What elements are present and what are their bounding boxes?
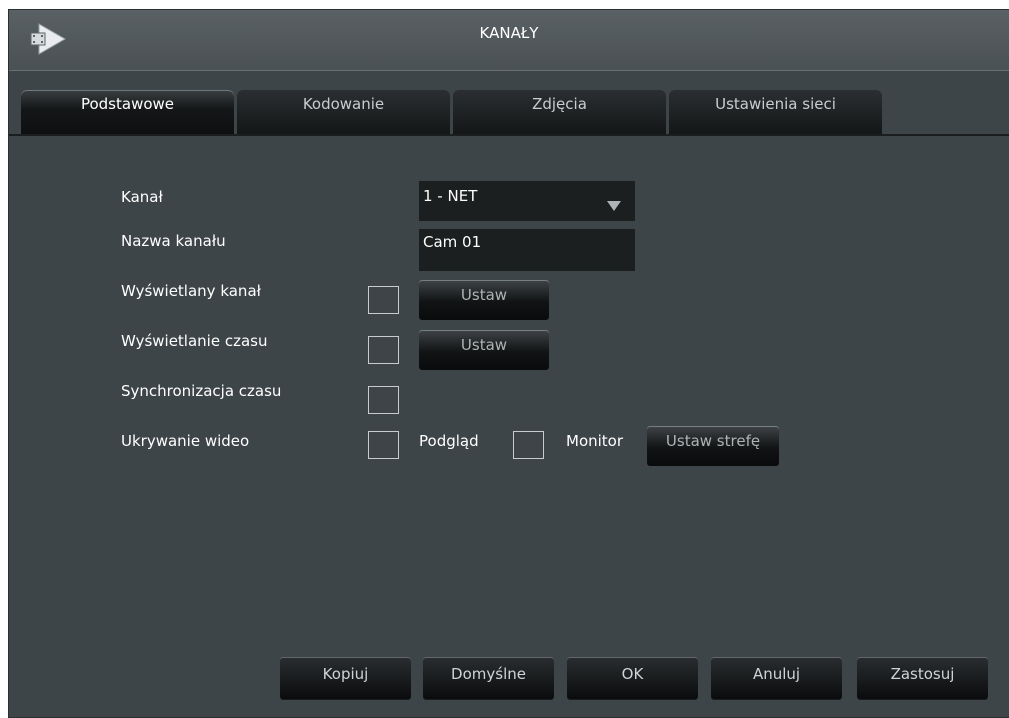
cancel-label: Anuluj [752, 665, 801, 683]
window-title: KANAŁY [479, 24, 539, 42]
set-zone-label: Ustaw strefę [665, 432, 761, 450]
ok-button[interactable]: OK [567, 657, 698, 699]
display-time-label: Wyświetlanie czasu [121, 332, 268, 350]
copy-label: Kopiuj [322, 665, 369, 683]
dropdown-arrow-icon[interactable] [607, 197, 621, 215]
channel-name-label: Nazwa kanału [121, 232, 226, 250]
ok-label: OK [621, 665, 644, 683]
channel-value: 1 - NET [423, 187, 478, 205]
tab-kodowanie[interactable]: Kodowanie [237, 90, 450, 134]
tab-podstawowe[interactable]: Podstawowe [21, 90, 234, 134]
preview-checkbox[interactable] [513, 431, 544, 459]
channel-name-value: Cam 01 [423, 233, 482, 251]
apply-label: Zastosuj [890, 665, 955, 683]
time-sync-checkbox[interactable] [368, 386, 399, 414]
video-hide-label: Ukrywanie wideo [121, 432, 250, 450]
defaults-label: Domyślne [451, 665, 526, 683]
channel-label: Kanał [121, 188, 163, 206]
monitor-label: Monitor [566, 432, 624, 450]
display-channel-checkbox[interactable] [368, 286, 399, 314]
defaults-button[interactable]: Domyślne [423, 657, 554, 699]
display-time-set-button[interactable]: Ustaw [419, 330, 549, 370]
channel-select[interactable]: 1 - NET [419, 181, 635, 221]
display-time-set-label: Ustaw [460, 336, 508, 354]
apply-button[interactable]: Zastosuj [857, 657, 988, 699]
time-sync-label: Synchronizacja czasu [121, 382, 282, 400]
display-channel-label: Wyświetlany kanał [121, 282, 261, 300]
cancel-button[interactable]: Anuluj [711, 657, 842, 699]
preview-label: Podgląd [419, 432, 479, 450]
title-bar: KANAŁY [9, 10, 1009, 71]
tab-zdjecia[interactable]: Zdjęcia [453, 90, 666, 134]
display-time-checkbox[interactable] [368, 336, 399, 364]
set-zone-button[interactable]: Ustaw strefę [647, 426, 779, 466]
video-hide-checkbox[interactable] [368, 431, 399, 459]
display-channel-set-button[interactable]: Ustaw [419, 280, 549, 320]
copy-button[interactable]: Kopiuj [280, 657, 411, 699]
tab-strip: Podstawowe Kodowanie Zdjęcia Ustawienia … [9, 90, 1009, 136]
channels-dialog: KANAŁY Podstawowe Kodowanie Zdjęcia Usta… [8, 9, 1009, 718]
tab-ustawienia-sieci[interactable]: Ustawienia sieci [669, 90, 882, 134]
channel-name-input[interactable]: Cam 01 [419, 229, 635, 271]
display-channel-set-label: Ustaw [460, 286, 508, 304]
